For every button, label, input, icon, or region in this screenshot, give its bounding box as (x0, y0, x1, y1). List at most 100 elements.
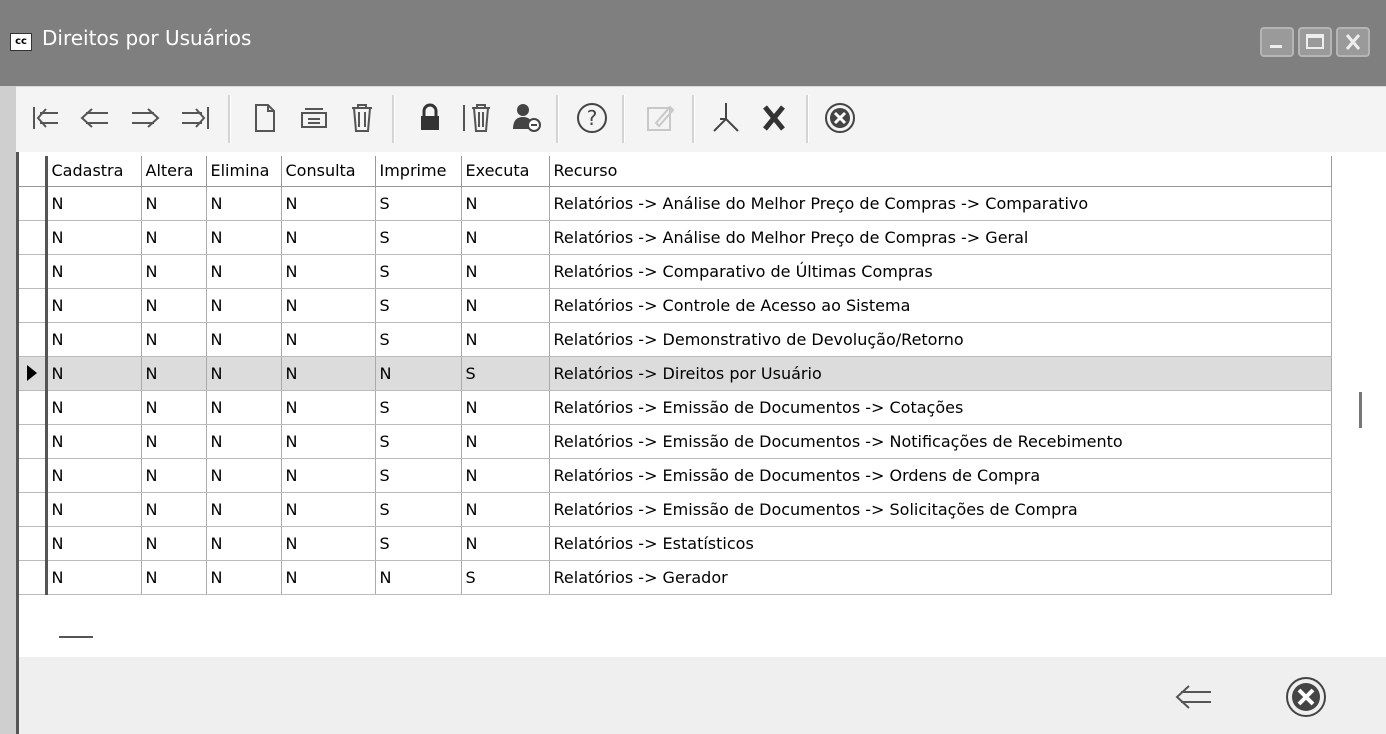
table-cell[interactable]: N (206, 254, 282, 289)
table-cell[interactable]: S (375, 288, 462, 323)
table-cell[interactable]: S (375, 186, 462, 221)
table-cell[interactable]: N (206, 356, 282, 391)
row-indicator[interactable] (19, 254, 48, 289)
table-cell[interactable]: N (281, 322, 376, 357)
table-cell[interactable]: N (46, 356, 142, 391)
table-cell[interactable]: Relatórios -> Comparativo de Últimas Com… (549, 254, 1332, 289)
table-cell[interactable]: N (46, 322, 142, 357)
table-cell[interactable]: N (206, 492, 282, 527)
table-cell[interactable]: S (375, 322, 462, 357)
table-row[interactable]: N N N N S N Relatórios -> Análise do Melhor Pr… (19, 186, 1332, 221)
table-cell[interactable]: Relatórios -> Emissão de Documentos -> O… (549, 458, 1332, 493)
row-indicator[interactable] (19, 356, 48, 391)
table-cell[interactable]: Relatórios -> Emissão de Documentos -> S… (549, 492, 1332, 527)
maximize-button[interactable] (1298, 27, 1332, 57)
table-cell[interactable]: N (281, 560, 376, 595)
table-cell[interactable]: N (461, 220, 550, 255)
table-row[interactable]: N N N N S N Relatórios -> Comparativo de Últim… (19, 254, 1332, 289)
table-cell[interactable]: N (46, 492, 142, 527)
table-cell[interactable]: N (281, 424, 376, 459)
table-cell[interactable]: N (461, 254, 550, 289)
table-cell[interactable]: Relatórios -> Controle de Acesso ao Sist… (549, 288, 1332, 323)
table-cell[interactable]: N (281, 526, 376, 561)
table-cell[interactable]: N (46, 526, 142, 561)
table-cell[interactable]: N (141, 254, 207, 289)
table-cell[interactable]: S (375, 220, 462, 255)
table-cell[interactable]: N (281, 220, 376, 255)
column-header[interactable]: Consulta (281, 156, 376, 187)
table-cell[interactable]: N (206, 526, 282, 561)
table-cell[interactable]: S (375, 458, 462, 493)
table-cell[interactable]: N (141, 322, 207, 357)
table-row[interactable]: N N N N N S Relatórios -> Gerador (19, 560, 1332, 595)
table-cell[interactable]: N (281, 356, 376, 391)
table-cell[interactable]: N (461, 492, 550, 527)
help-button[interactable]: ? (574, 99, 610, 137)
footer-close-button[interactable] (1281, 675, 1331, 719)
table-cell[interactable]: N (141, 560, 207, 595)
table-row[interactable]: N N N N S N Relatórios -> Análise do Melhor Pr… (19, 220, 1332, 255)
next-record-button[interactable] (128, 99, 164, 137)
table-row[interactable]: N N N N S N Relatórios -> Emissão de Documento… (19, 424, 1332, 459)
row-indicator[interactable] (19, 492, 48, 527)
table-cell[interactable]: N (46, 288, 142, 323)
table-cell[interactable]: N (46, 458, 142, 493)
table-cell[interactable]: N (206, 390, 282, 425)
table-cell[interactable]: N (46, 254, 142, 289)
table-cell[interactable]: N (281, 254, 376, 289)
table-cell[interactable]: N (281, 288, 376, 323)
table-cell[interactable]: Relatórios -> Análise do Melhor Preço de… (549, 220, 1332, 255)
table-cell[interactable]: Relatórios -> Análise do Melhor Preço de… (549, 186, 1332, 221)
table-cell[interactable]: S (461, 356, 550, 391)
column-header[interactable]: Imprime (375, 156, 462, 187)
first-record-button[interactable] (28, 99, 64, 137)
column-header[interactable]: Executa (461, 156, 550, 187)
table-cell[interactable]: Relatórios -> Demonstrativo de Devolução… (549, 322, 1332, 357)
table-cell[interactable]: N (141, 288, 207, 323)
table-cell[interactable]: N (46, 560, 142, 595)
row-indicator[interactable] (19, 390, 48, 425)
lock-button[interactable] (412, 99, 448, 137)
table-cell[interactable]: N (375, 356, 462, 391)
close-window-button[interactable] (1336, 27, 1370, 57)
row-indicator[interactable] (19, 186, 48, 221)
column-header[interactable]: Elimina (206, 156, 282, 187)
table-cell[interactable]: N (141, 424, 207, 459)
table-cell[interactable]: Relatórios -> Emissão de Documentos -> C… (549, 390, 1332, 425)
table-cell[interactable]: Relatórios -> Estatísticos (549, 526, 1332, 561)
table-cell[interactable]: N (281, 186, 376, 221)
row-indicator[interactable] (19, 526, 48, 561)
column-header[interactable]: Altera (141, 156, 207, 187)
table-row[interactable]: N N N N N S Relatórios -> Direitos por Usuário (19, 356, 1332, 391)
table-cell[interactable]: N (141, 458, 207, 493)
table-cell[interactable]: N (206, 288, 282, 323)
table-cell[interactable]: N (461, 458, 550, 493)
table-cell[interactable]: N (141, 356, 207, 391)
table-cell[interactable]: N (461, 322, 550, 357)
close-button[interactable] (822, 99, 858, 137)
row-indicator[interactable] (19, 424, 48, 459)
table-cell[interactable]: S (375, 424, 462, 459)
table-row[interactable]: N N N N S N Relatórios -> Emissão de Documento… (19, 492, 1332, 527)
column-header[interactable]: Recurso (549, 156, 1332, 187)
pdf-button[interactable] (708, 99, 744, 137)
new-button[interactable] (246, 99, 282, 137)
user-button[interactable] (508, 99, 544, 137)
table-cell[interactable]: N (461, 526, 550, 561)
table-cell[interactable]: N (281, 458, 376, 493)
table-cell[interactable]: N (46, 424, 142, 459)
table-cell[interactable]: N (206, 186, 282, 221)
table-cell[interactable]: S (375, 390, 462, 425)
table-cell[interactable]: N (46, 390, 142, 425)
last-record-button[interactable] (178, 99, 214, 137)
table-cell[interactable]: N (141, 220, 207, 255)
previous-record-button[interactable] (76, 99, 112, 137)
table-cell[interactable]: N (281, 390, 376, 425)
table-cell[interactable]: N (141, 390, 207, 425)
table-cell[interactable]: N (46, 186, 142, 221)
table-cell[interactable]: N (206, 220, 282, 255)
row-indicator[interactable] (19, 560, 48, 595)
table-cell[interactable]: Relatórios -> Gerador (549, 560, 1332, 595)
table-cell[interactable]: N (461, 424, 550, 459)
table-cell[interactable]: N (206, 560, 282, 595)
